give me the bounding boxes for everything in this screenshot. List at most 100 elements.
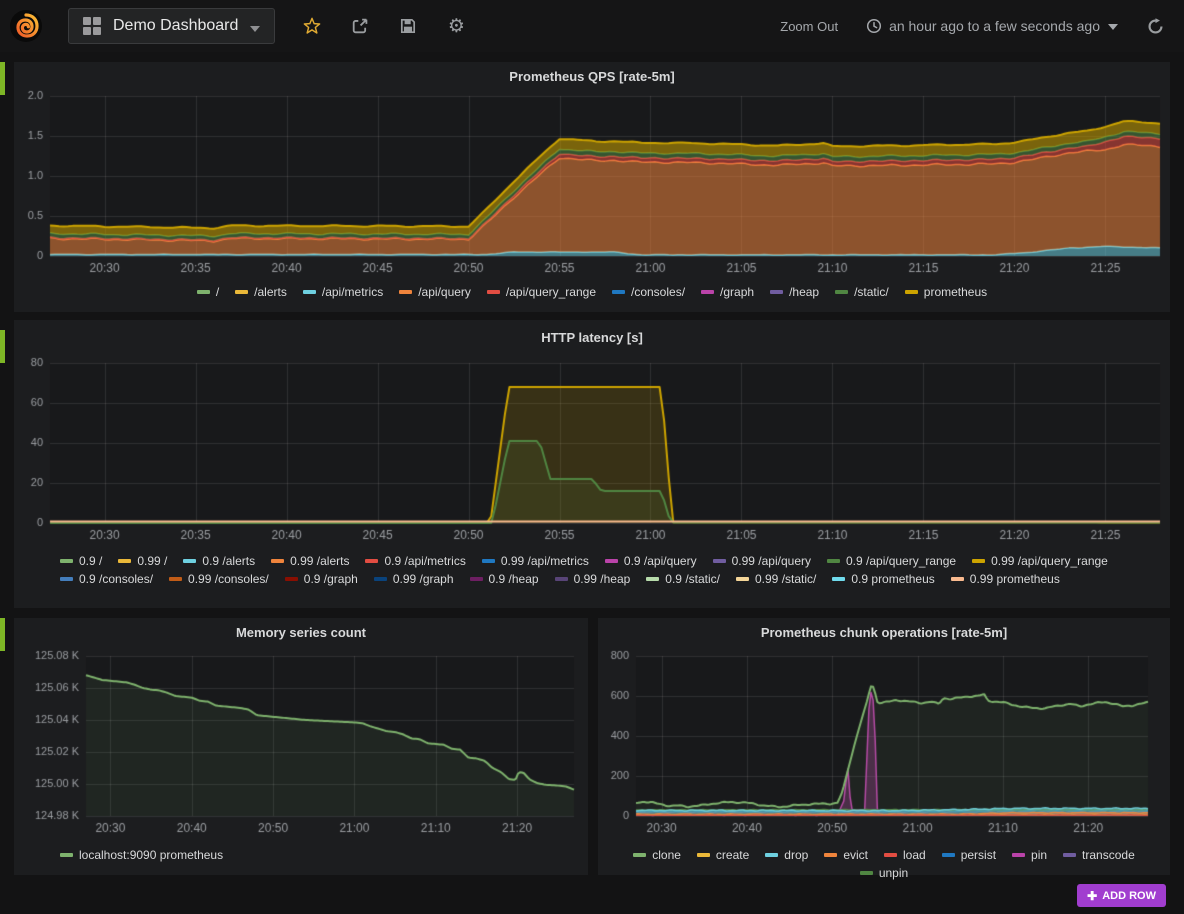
legend-swatch — [860, 871, 873, 875]
legend-swatch — [633, 853, 646, 857]
dashboard-picker-button[interactable]: Demo Dashboard — [68, 8, 275, 44]
legend-label: clone — [652, 848, 681, 862]
legend-item[interactable]: 0.9 /graph — [285, 572, 358, 586]
legend-swatch — [470, 577, 483, 581]
legend-label: 0.99 /heap — [574, 572, 631, 586]
legend-label: 0.99 /graph — [393, 572, 454, 586]
legend-item[interactable]: 0.99 /api/metrics — [482, 554, 589, 568]
save-button[interactable] — [397, 15, 419, 37]
zoom-out-button[interactable]: Zoom Out — [780, 19, 838, 34]
panel-title[interactable]: Prometheus QPS [rate-5m] — [14, 62, 1170, 90]
legend-label: 0.9 /api/query — [624, 554, 697, 568]
legend-item[interactable]: 0.9 /api/query_range — [827, 554, 956, 568]
row-toggle-strip[interactable] — [0, 618, 5, 651]
legend-swatch — [60, 853, 73, 857]
legend-item[interactable]: 0.99 /heap — [555, 572, 631, 586]
legend-item[interactable]: 0.99 /graph — [374, 572, 454, 586]
legend-label: 0.9 /heap — [489, 572, 539, 586]
legend-item[interactable]: 0.99 /api/query — [713, 554, 811, 568]
legend-item[interactable]: 0.9 /alerts — [183, 554, 255, 568]
chunkops-legend: clone create drop evict load persist pin transc… — [598, 846, 1170, 882]
memory-chart-plot[interactable] — [14, 646, 588, 838]
legend-label: 0.9 /consoles/ — [79, 572, 153, 586]
legend-swatch — [285, 577, 298, 581]
legend-item[interactable]: /alerts — [235, 285, 287, 299]
legend-item[interactable]: /graph — [701, 285, 754, 299]
legend-label: 0.9 prometheus — [851, 572, 934, 586]
legend-swatch — [118, 559, 131, 563]
legend-item[interactable]: 0.99 /alerts — [271, 554, 349, 568]
share-icon — [351, 17, 369, 35]
panel-title[interactable]: Memory series count — [14, 618, 588, 646]
add-row-button[interactable]: ✚ ADD ROW — [1077, 884, 1166, 907]
clock-icon — [866, 18, 882, 34]
legend-item[interactable]: 0.99 /api/query_range — [972, 554, 1108, 568]
legend-swatch — [1063, 853, 1076, 857]
legend-item[interactable]: 0.9 prometheus — [832, 572, 934, 586]
row-toggle-strip[interactable] — [0, 330, 5, 363]
refresh-button[interactable] — [1144, 15, 1166, 37]
panel-title[interactable]: HTTP latency [s] — [14, 320, 1170, 352]
legend-label: 0.9 /api/query_range — [846, 554, 956, 568]
legend-item[interactable]: / — [197, 285, 219, 299]
legend-swatch — [60, 559, 73, 563]
legend-item[interactable]: 0.9 /api/metrics — [365, 554, 465, 568]
legend-item[interactable]: drop — [765, 848, 808, 862]
panel-prometheus-qps: Prometheus QPS [rate-5m] / /alerts/api/me… — [14, 62, 1170, 312]
qps-chart-plot[interactable] — [14, 90, 1170, 283]
legend-item[interactable]: load — [884, 848, 926, 862]
gear-icon: ⚙ — [448, 17, 465, 36]
latency-chart-plot[interactable] — [14, 352, 1170, 542]
star-button[interactable] — [301, 15, 323, 37]
legend-item[interactable]: 0.99 /consoles/ — [169, 572, 269, 586]
grafana-logo[interactable] — [8, 8, 44, 44]
legend-item[interactable]: clone — [633, 848, 681, 862]
legend-label: drop — [784, 848, 808, 862]
legend-item[interactable]: persist — [942, 848, 996, 862]
legend-item[interactable]: /api/query — [399, 285, 471, 299]
legend-swatch — [612, 290, 625, 294]
legend-swatch — [183, 559, 196, 563]
legend-item[interactable]: 0.9 /heap — [470, 572, 539, 586]
row-toggle-strip[interactable] — [0, 62, 5, 95]
legend-item[interactable]: unpin — [860, 866, 908, 880]
legend-item[interactable]: 0.99 prometheus — [951, 572, 1060, 586]
legend-swatch — [770, 290, 783, 294]
legend-item[interactable]: transcode — [1063, 848, 1135, 862]
top-navbar: Demo Dashboard ⚙ Zoom Out an hour ago to… — [0, 0, 1184, 52]
legend-item[interactable]: pin — [1012, 848, 1047, 862]
legend-swatch — [487, 290, 500, 294]
legend-item[interactable]: create — [697, 848, 749, 862]
legend-item[interactable]: evict — [824, 848, 868, 862]
time-range-picker[interactable]: an hour ago to a few seconds ago — [866, 18, 1118, 34]
legend-item[interactable]: 0.9 /api/query — [605, 554, 697, 568]
legend-swatch — [646, 577, 659, 581]
legend-item[interactable]: 0.9 / — [60, 554, 102, 568]
legend-label: / — [216, 285, 219, 299]
panel-memory-series: Memory series count localhost:9090 prome… — [14, 618, 588, 875]
legend-label: localhost:9090 prometheus — [79, 848, 223, 862]
legend-swatch — [951, 577, 964, 581]
refresh-icon — [1147, 18, 1164, 35]
legend-item[interactable]: /heap — [770, 285, 819, 299]
legend-label: 0.99 /static/ — [755, 572, 816, 586]
legend-item[interactable]: /consoles/ — [612, 285, 685, 299]
legend-label: evict — [843, 848, 868, 862]
legend-label: load — [903, 848, 926, 862]
chunkops-chart-plot[interactable] — [598, 646, 1170, 838]
legend-item[interactable]: 0.9 /consoles/ — [60, 572, 153, 586]
legend-item[interactable]: localhost:9090 prometheus — [60, 848, 223, 862]
share-button[interactable] — [349, 15, 371, 37]
settings-button[interactable]: ⚙ — [445, 15, 467, 37]
legend-item[interactable]: /api/metrics — [303, 285, 383, 299]
legend-item[interactable]: /static/ — [835, 285, 889, 299]
legend-label: /static/ — [854, 285, 889, 299]
legend-item[interactable]: 0.9 /static/ — [646, 572, 720, 586]
legend-item[interactable]: 0.99 / — [118, 554, 167, 568]
memory-legend: localhost:9090 prometheus — [14, 846, 588, 864]
legend-item[interactable]: prometheus — [905, 285, 987, 299]
legend-item[interactable]: 0.99 /static/ — [736, 572, 816, 586]
legend-item[interactable]: /api/query_range — [487, 285, 596, 299]
panel-title[interactable]: Prometheus chunk operations [rate-5m] — [598, 618, 1170, 646]
add-row-label: ADD ROW — [1102, 890, 1156, 902]
